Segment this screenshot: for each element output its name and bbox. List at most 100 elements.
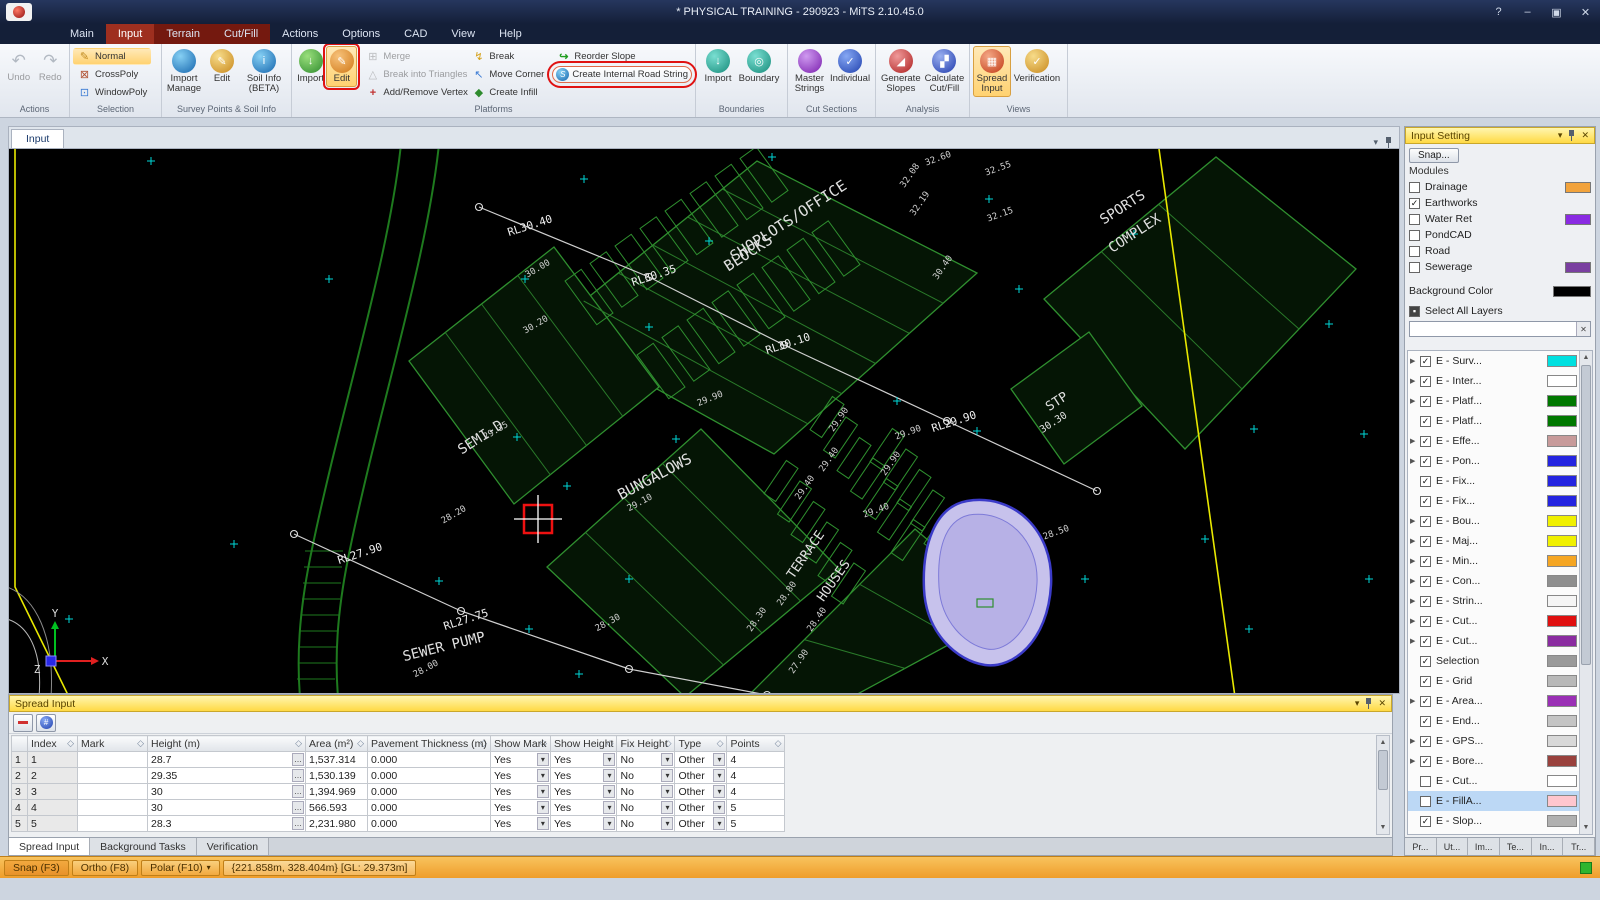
right-tab-te[interactable]: Te... bbox=[1500, 838, 1532, 855]
spread-dropdown-icon[interactable]: ▾ bbox=[1355, 698, 1360, 709]
cell-points[interactable]: 4 bbox=[727, 768, 785, 784]
layer-checkbox[interactable]: ✓ bbox=[1420, 816, 1431, 827]
layer-color-swatch[interactable] bbox=[1547, 715, 1577, 727]
layer-row-e-con[interactable]: ▶✓E - Con... bbox=[1408, 571, 1592, 591]
layer-row-e-grid[interactable]: ✓E - Grid bbox=[1408, 671, 1592, 691]
column-header-index[interactable]: ◇Index bbox=[28, 736, 78, 752]
cell-area[interactable]: 1,394.969 bbox=[306, 784, 368, 800]
break-button[interactable]: ↯ Break bbox=[467, 48, 548, 65]
expand-arrow-icon[interactable]: ▶ bbox=[1410, 397, 1420, 405]
layer-checkbox[interactable]: ✓ bbox=[1420, 396, 1431, 407]
menu-tab-terrain[interactable]: Terrain bbox=[154, 24, 212, 44]
layer-row-e-fix[interactable]: ✓E - Fix... bbox=[1408, 491, 1592, 511]
layer-checkbox[interactable] bbox=[1420, 776, 1431, 787]
break-into-triangles-button[interactable]: △ Break into Triangles bbox=[361, 66, 463, 83]
cell-height[interactable]: 30… bbox=[148, 784, 306, 800]
panel-close-icon[interactable]: ✕ bbox=[1581, 130, 1589, 141]
layer-color-swatch[interactable] bbox=[1547, 775, 1577, 787]
layer-checkbox[interactable]: ✓ bbox=[1420, 616, 1431, 627]
module-checkbox[interactable] bbox=[1409, 262, 1420, 273]
fix-height-dropdown[interactable]: ▾ bbox=[661, 753, 673, 766]
cell-show-height[interactable]: Yes▾ bbox=[550, 800, 617, 816]
layer-row-e-cut[interactable]: E - Cut... bbox=[1408, 771, 1592, 791]
cell-pavement[interactable]: 0.000 bbox=[368, 800, 491, 816]
cell-fix-height[interactable]: No▾ bbox=[617, 752, 675, 768]
layer-row-e-effe[interactable]: ▶✓E - Effe... bbox=[1408, 431, 1592, 451]
cell-pavement[interactable]: 0.000 bbox=[368, 752, 491, 768]
cell-pavement[interactable]: 0.000 bbox=[368, 768, 491, 784]
cell-points[interactable]: 5 bbox=[727, 800, 785, 816]
right-tab-im[interactable]: Im... bbox=[1468, 838, 1500, 855]
menu-tab-view[interactable]: View bbox=[439, 24, 487, 44]
layer-row-e-maj[interactable]: ▶✓E - Maj... bbox=[1408, 531, 1592, 551]
column-header-points[interactable]: ◇Points bbox=[727, 736, 785, 752]
menu-tab-input[interactable]: Input bbox=[106, 24, 154, 44]
layer-list-scrollbar[interactable]: ▲ ▼ bbox=[1579, 351, 1592, 834]
layer-color-swatch[interactable] bbox=[1547, 655, 1577, 667]
show-height-dropdown[interactable]: ▾ bbox=[603, 785, 615, 798]
show-height-dropdown[interactable]: ▾ bbox=[603, 769, 615, 782]
column-header-area-m[interactable]: ◇Area (m²) bbox=[306, 736, 368, 752]
platforms-edit-button[interactable]: ✎ Edit bbox=[326, 46, 357, 87]
filter-diamond-icon[interactable]: ◇ bbox=[137, 738, 144, 749]
layer-color-swatch[interactable] bbox=[1547, 815, 1577, 827]
undo-button[interactable]: ↶ Undo bbox=[3, 46, 35, 86]
cell-show-height[interactable]: Yes▾ bbox=[550, 752, 617, 768]
layer-checkbox[interactable]: ✓ bbox=[1420, 476, 1431, 487]
layer-color-swatch[interactable] bbox=[1547, 735, 1577, 747]
cell-fix-height[interactable]: No▾ bbox=[617, 784, 675, 800]
expand-arrow-icon[interactable]: ▶ bbox=[1410, 457, 1420, 465]
expand-arrow-icon[interactable]: ▶ bbox=[1410, 737, 1420, 745]
menu-tab-main[interactable]: Main bbox=[58, 24, 106, 44]
layer-color-swatch[interactable] bbox=[1547, 635, 1577, 647]
layer-checkbox[interactable]: ✓ bbox=[1420, 576, 1431, 587]
menu-tab-help[interactable]: Help bbox=[487, 24, 534, 44]
module-row-drainage[interactable]: Drainage bbox=[1405, 179, 1595, 195]
expand-arrow-icon[interactable]: ▶ bbox=[1410, 577, 1420, 585]
menu-tab-actions[interactable]: Actions bbox=[270, 24, 330, 44]
panel-dropdown-icon[interactable]: ▾ bbox=[1558, 130, 1563, 141]
calculate-cutfill-button[interactable]: ▞ Calculate Cut/Fill bbox=[923, 46, 967, 97]
layer-row-e-fix[interactable]: ✓E - Fix... bbox=[1408, 471, 1592, 491]
polar-dropdown-icon[interactable]: ▾ bbox=[207, 863, 211, 872]
right-tab-in[interactable]: In... bbox=[1532, 838, 1564, 855]
windowpoly-button[interactable]: ⊡ WindowPoly bbox=[73, 84, 151, 101]
layer-row-e-platf[interactable]: ✓E - Platf... bbox=[1408, 411, 1592, 431]
layer-checkbox[interactable]: ✓ bbox=[1420, 456, 1431, 467]
layer-color-swatch[interactable] bbox=[1547, 395, 1577, 407]
cell-points[interactable]: 5 bbox=[727, 816, 785, 832]
show-mark-dropdown[interactable]: ▾ bbox=[537, 785, 549, 798]
bottom-tab-verification[interactable]: Verification bbox=[197, 838, 269, 855]
help-button[interactable]: ? bbox=[1484, 1, 1513, 23]
reorder-slope-button[interactable]: ↪ Reorder Slope bbox=[552, 48, 692, 65]
layer-row-e-inter[interactable]: ▶✓E - Inter... bbox=[1408, 371, 1592, 391]
module-color-swatch[interactable] bbox=[1565, 262, 1591, 273]
filter-diamond-icon[interactable]: ◇ bbox=[357, 738, 364, 749]
module-checkbox[interactable] bbox=[1409, 230, 1420, 241]
module-color-swatch[interactable] bbox=[1565, 214, 1591, 225]
cell-mark[interactable] bbox=[78, 752, 148, 768]
spread-input-titlebar[interactable]: Spread Input ▾ ✕ bbox=[9, 695, 1392, 712]
layer-row-selection[interactable]: ✓Selection bbox=[1408, 651, 1592, 671]
layer-color-swatch[interactable] bbox=[1547, 535, 1577, 547]
layer-checkbox[interactable]: ✓ bbox=[1420, 636, 1431, 647]
expand-arrow-icon[interactable]: ▶ bbox=[1410, 697, 1420, 705]
pin-icon[interactable] bbox=[1384, 137, 1393, 148]
layer-checkbox[interactable]: ✓ bbox=[1420, 416, 1431, 427]
add-remove-vertex-button[interactable]: + Add/Remove Vertex bbox=[361, 84, 463, 101]
merge-button[interactable]: ⊞ Merge bbox=[361, 48, 463, 65]
polar-toggle[interactable]: Polar (F10) ▾ bbox=[141, 860, 220, 876]
layer-filter-input[interactable] bbox=[1410, 324, 1576, 335]
cell-fix-height[interactable]: No▾ bbox=[617, 768, 675, 784]
fix-height-dropdown[interactable]: ▾ bbox=[661, 801, 673, 814]
expand-arrow-icon[interactable]: ▶ bbox=[1410, 617, 1420, 625]
cell-type[interactable]: Other▾ bbox=[675, 768, 727, 784]
menu-tab-cad[interactable]: CAD bbox=[392, 24, 439, 44]
layer-checkbox[interactable]: ✓ bbox=[1420, 376, 1431, 387]
show-mark-dropdown[interactable]: ▾ bbox=[537, 817, 549, 830]
filter-diamond-icon[interactable]: ◇ bbox=[67, 738, 74, 749]
bottom-tab-spread-input[interactable]: Spread Input bbox=[9, 838, 90, 855]
cell-area[interactable]: 2,231.980 bbox=[306, 816, 368, 832]
column-header-fix-height[interactable]: ◇Fix Height bbox=[617, 736, 675, 752]
close-button[interactable]: ✕ bbox=[1571, 1, 1600, 23]
